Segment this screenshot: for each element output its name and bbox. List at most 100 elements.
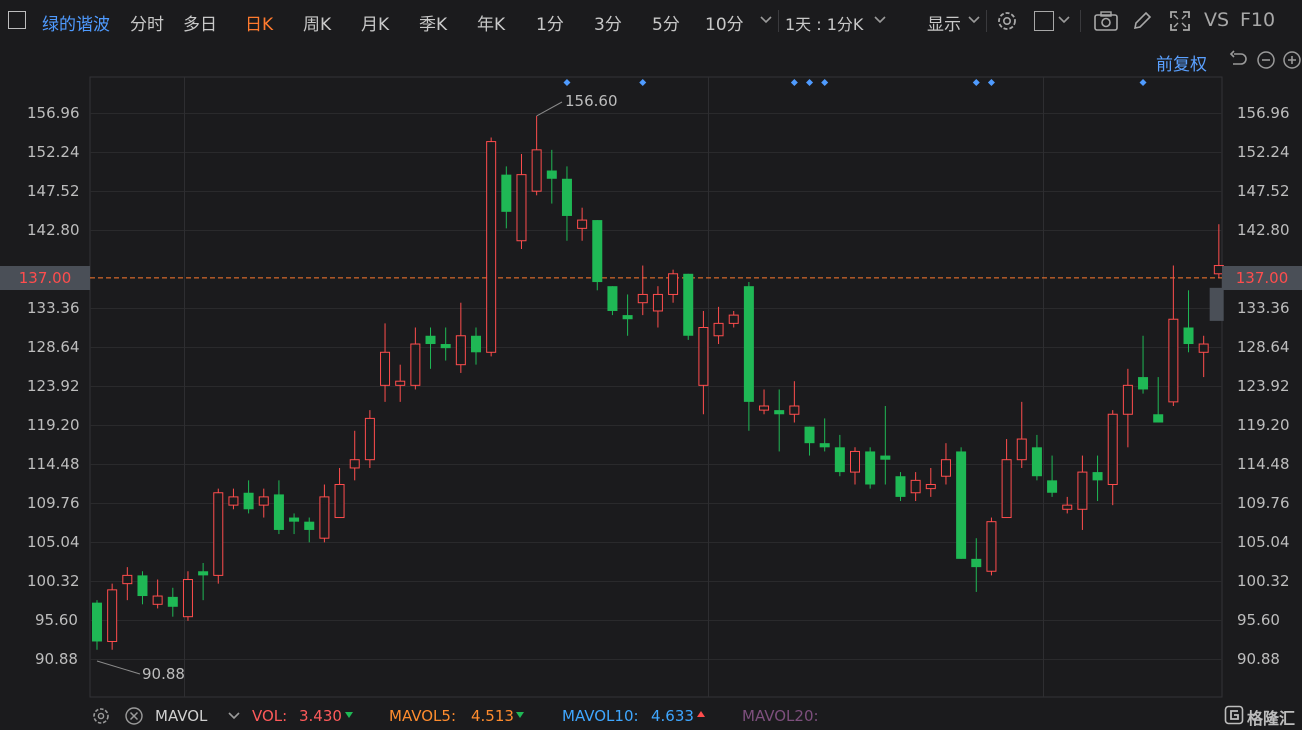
candle-body	[349, 459, 360, 469]
candle-body	[1183, 327, 1194, 345]
event-marker	[1139, 79, 1147, 86]
candle-body	[940, 459, 951, 477]
y-tick-right: 156.96	[1237, 104, 1290, 122]
candle-body	[728, 314, 739, 324]
candle-body	[516, 174, 527, 242]
candle	[804, 426, 815, 456]
candle	[1001, 439, 1012, 519]
candle	[1107, 410, 1118, 506]
candle	[850, 447, 860, 485]
candle-body	[1138, 377, 1149, 390]
candle	[880, 405, 891, 485]
y-tick-right: 133.36	[1237, 299, 1290, 317]
candle	[92, 600, 102, 650]
candle-body	[713, 322, 724, 337]
candle	[1016, 401, 1027, 468]
candle-body	[92, 602, 102, 642]
candle-body	[986, 521, 997, 572]
candle-body	[425, 335, 436, 345]
candle-body	[395, 380, 406, 386]
candle-body	[546, 170, 557, 179]
y-tick-left: 90.88	[35, 650, 78, 668]
event-marker	[987, 79, 995, 86]
candle-body	[1092, 472, 1103, 481]
candle	[865, 447, 876, 489]
candle	[683, 273, 694, 340]
candlestick-chart[interactable]	[0, 0, 1302, 700]
candle	[561, 166, 572, 241]
candle-body	[319, 496, 330, 539]
close-icon[interactable]	[124, 706, 144, 726]
candle-body	[167, 596, 178, 607]
candle	[213, 488, 224, 584]
candle-body	[1047, 480, 1058, 493]
candle	[501, 166, 512, 229]
candle	[273, 480, 284, 535]
candle-body	[1077, 471, 1088, 510]
mavol10-label: MAVOL10:	[562, 707, 639, 725]
candle	[622, 294, 633, 336]
y-tick-right: 90.88	[1237, 650, 1280, 668]
y-tick-left: 152.24	[27, 143, 80, 161]
candle	[471, 327, 481, 365]
y-tick-left: 100.32	[27, 572, 80, 590]
candle	[925, 467, 936, 497]
candle	[1153, 377, 1164, 423]
candle-body	[850, 450, 860, 473]
current-price-tag-left: 137.00	[0, 266, 90, 290]
candle-body	[1016, 438, 1027, 461]
candle	[152, 579, 163, 609]
candle-body	[880, 455, 891, 460]
candle	[349, 430, 360, 481]
candle-body	[637, 293, 648, 304]
candle	[1031, 434, 1042, 481]
candle-body	[304, 521, 315, 530]
candle	[319, 484, 330, 543]
y-tick-right: 142.80	[1237, 221, 1290, 239]
candle	[380, 323, 391, 402]
event-marker	[639, 79, 647, 86]
candle-body	[652, 293, 663, 312]
candle	[546, 149, 557, 204]
candle-body	[182, 579, 193, 618]
low-price-label: 90.88	[142, 665, 185, 683]
chevron-down-icon[interactable]	[228, 711, 240, 721]
candle-body	[531, 149, 542, 192]
candle-body	[258, 496, 269, 506]
candle-body	[273, 494, 284, 530]
event-markers	[96, 79, 1147, 675]
current-price-tag-right: 137.00	[1222, 266, 1302, 290]
candle	[1168, 265, 1179, 406]
y-tick-left: 119.20	[27, 416, 80, 434]
candle	[971, 538, 982, 592]
y-tick-left: 123.92	[27, 377, 80, 395]
candle-body	[895, 476, 906, 497]
watermark-text: 格隆汇	[1247, 709, 1296, 728]
candle	[698, 310, 709, 415]
candle	[1122, 368, 1133, 448]
candle-body	[1122, 384, 1133, 415]
y-tick-right: 109.76	[1237, 494, 1290, 512]
candle	[577, 207, 588, 241]
y-tick-right: 114.48	[1237, 455, 1290, 473]
candle-body	[152, 595, 163, 605]
y-tick-right: 147.52	[1237, 182, 1290, 200]
y-tick-left: 147.52	[27, 182, 80, 200]
y-tick-left: 114.48	[27, 455, 80, 473]
candle	[910, 472, 921, 502]
candle-body	[759, 405, 770, 411]
candle	[440, 327, 451, 361]
mavol5-value: 4.513	[471, 707, 514, 725]
gear-icon[interactable]	[91, 706, 111, 726]
y-tick-left: 95.60	[35, 611, 78, 629]
indicator-name[interactable]: MAVOL	[155, 707, 207, 725]
candle	[743, 282, 754, 431]
candle-body	[698, 327, 709, 386]
down-arrow-icon	[516, 712, 524, 718]
event-marker	[821, 79, 829, 86]
candle-body	[1153, 414, 1164, 423]
candle	[137, 571, 148, 605]
candle	[243, 480, 254, 514]
candle	[956, 447, 967, 559]
candle-body	[289, 517, 300, 522]
